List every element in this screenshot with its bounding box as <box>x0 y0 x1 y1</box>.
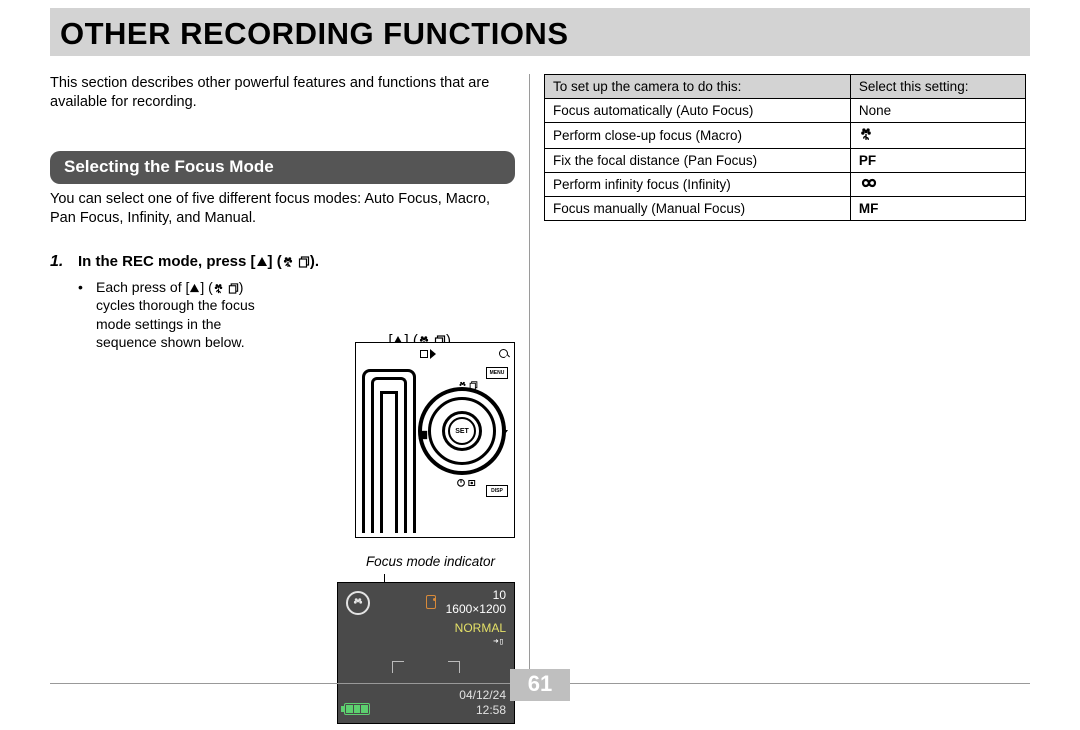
focus-mode-indicator-label: Focus mode indicator <box>366 554 495 569</box>
menu-button: MENU <box>486 367 508 379</box>
bullet-text: Each press of [] ( ) cycles thorough the… <box>96 278 281 351</box>
table-row: Fix the focal distance (Pan Focus) PF <box>545 149 1026 173</box>
rect-icon <box>420 350 428 358</box>
mode-icon <box>418 427 428 445</box>
timer-icon <box>456 477 478 489</box>
column-divider <box>529 74 530 674</box>
table-header-setting: Select this setting: <box>850 75 1025 99</box>
up-arrow-icon <box>256 256 268 268</box>
triangle-right-icon <box>430 349 436 359</box>
up-arrow-icon <box>189 283 200 294</box>
flash-icon <box>500 425 510 439</box>
table-row: Focus manually (Manual Focus) MF <box>545 197 1026 221</box>
disp-button: DISP <box>486 485 508 497</box>
step-title: In the REC mode, press [] ( ). <box>78 253 515 270</box>
infinity-icon <box>859 177 879 189</box>
section-body: You can select one of five different foc… <box>50 190 515 227</box>
table-header-do: To set up the camera to do this: <box>545 75 851 99</box>
step-number: 1. <box>50 253 70 351</box>
title-bar: OTHER RECORDING FUNCTIONS <box>50 8 1030 56</box>
section-header: Selecting the Focus Mode <box>50 151 515 184</box>
focus-mode-indicator-icon <box>346 591 370 615</box>
table-row: Focus automatically (Auto Focus) None <box>545 99 1026 123</box>
focus-mode-table: To set up the camera to do this: Select … <box>544 74 1026 221</box>
lcd-quality: NORMAL <box>455 621 506 635</box>
intro-text: This section describes other powerful fe… <box>50 74 515 111</box>
flower-icon <box>282 256 294 268</box>
stack-icon <box>228 283 239 294</box>
flower-icon <box>859 127 873 141</box>
stack-icon <box>298 256 310 268</box>
battery-like-icon <box>426 595 436 609</box>
control-wheel-diagram: MENU SET <box>355 342 515 538</box>
flower-icon <box>213 283 224 294</box>
lcd-top-right: 10 1600×1200 <box>446 589 506 617</box>
table-row: Perform infinity focus (Infinity) <box>545 173 1026 197</box>
magnifier-icon <box>499 349 508 358</box>
page-footer: 61 <box>50 683 1030 716</box>
bullet-dot: • <box>78 278 88 351</box>
set-button: SET <box>448 417 476 445</box>
memory-icon: ➜▯ <box>493 637 504 647</box>
page-number: 61 <box>510 669 570 701</box>
table-row: Perform close-up focus (Macro) <box>545 123 1026 149</box>
page-title: OTHER RECORDING FUNCTIONS <box>60 16 1020 52</box>
